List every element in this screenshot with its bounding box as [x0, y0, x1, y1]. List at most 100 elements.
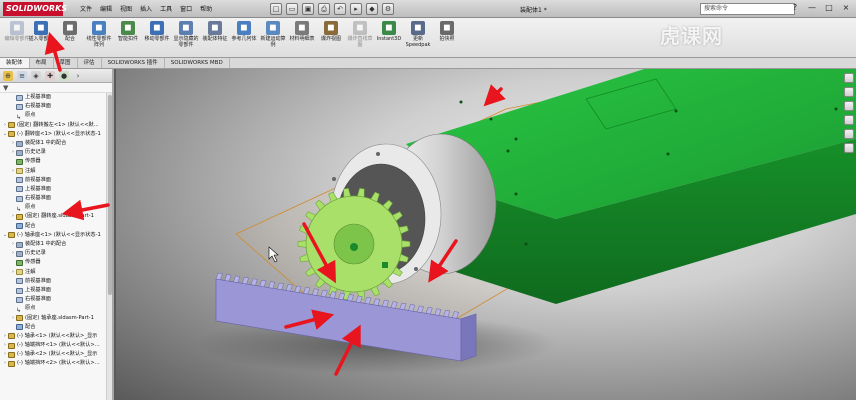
graphics-viewport[interactable]: [116, 69, 856, 400]
property-manager-icon[interactable]: ≡: [17, 71, 27, 81]
tree-item[interactable]: ↳ 原点: [0, 203, 112, 213]
minimize-icon[interactable]: —: [806, 3, 818, 14]
tree-item[interactable]: › 历史记录: [0, 249, 112, 258]
tree-item[interactable]: 上视基准面: [0, 93, 112, 102]
app-logo[interactable]: SOLIDWORKS: [3, 2, 67, 16]
dimxpert-icon[interactable]: ✚: [45, 71, 55, 81]
search-input[interactable]: 搜索命令: [700, 3, 795, 15]
tree-item[interactable]: › 装配体1 中的配合: [0, 240, 112, 249]
panel-more-icon[interactable]: ›: [73, 71, 83, 81]
tree-item[interactable]: 上视基准面: [0, 185, 112, 194]
tree-item[interactable]: 配合: [0, 323, 112, 332]
move-component-button[interactable]: ◼ 移动零部件: [144, 21, 170, 55]
tree-item[interactable]: › (固定) 轴承座.sldasm-Part-1: [0, 314, 112, 323]
tree-item[interactable]: 配合: [0, 222, 112, 231]
display-manager-icon[interactable]: ●: [59, 71, 69, 81]
tab-5[interactable]: SOLIDWORKS MBD: [165, 58, 230, 68]
tree-item[interactable]: 上视基准面: [0, 286, 112, 295]
new-motion-study-button[interactable]: ◼ 新建运动算例: [260, 21, 286, 55]
tree-item-label: 上视基准面: [25, 94, 51, 100]
instant3d-button[interactable]: ◼ Instant3D: [376, 21, 402, 55]
filter-icon[interactable]: ▼: [3, 84, 8, 92]
show-hidden-button[interactable]: ◼ 显示隐藏的零部件: [173, 21, 199, 55]
reference-geometry-button[interactable]: ◼ 参考几何体: [231, 21, 257, 55]
menu-item[interactable]: 工具: [160, 4, 172, 13]
save-icon[interactable]: ▣: [302, 3, 314, 15]
tree-item[interactable]: ↳ 原点: [0, 304, 112, 314]
tree-item[interactable]: 前视基准面: [0, 277, 112, 286]
tree-item[interactable]: 右视基准面: [0, 295, 112, 304]
tab-4[interactable]: SOLIDWORKS 插件: [102, 58, 165, 68]
tree-item[interactable]: 右视基准面: [0, 194, 112, 203]
menu-item[interactable]: 窗口: [180, 4, 192, 13]
linear-pattern-button[interactable]: ◼ 线性零部件阵列: [86, 21, 112, 55]
tree-item[interactable]: ↳ 原点: [0, 111, 112, 121]
tree-item[interactable]: ⌄ (-) 翻转座<1> (默认<<显示状态-1: [0, 130, 112, 139]
tree-item[interactable]: › (-) 轴端挡环<2> (默认<<默认>...: [0, 359, 112, 368]
new-icon[interactable]: □: [270, 3, 282, 15]
tab-0[interactable]: 装配体: [0, 58, 30, 68]
tree-item[interactable]: › (固定) 翻转搬左<1> (默认<<默...: [0, 121, 112, 130]
configuration-manager-icon[interactable]: ◈: [31, 71, 41, 81]
view-palette-icon[interactable]: [844, 115, 854, 125]
assembly-feature-button[interactable]: ◼ 装配体特征: [202, 21, 228, 55]
tree-item[interactable]: 传感器: [0, 258, 112, 267]
solidworks-window: SOLIDWORKS 文件 编辑 视图 插入 工具 窗口 帮助 □ ▭ ▣ ⎙ ↶ ▸ ◆ ⚙ 装配体1 …: [0, 0, 856, 400]
design-library-icon[interactable]: [844, 87, 854, 97]
tab-2[interactable]: 草图: [54, 58, 78, 68]
maximize-icon[interactable]: □: [823, 3, 835, 14]
menu-item[interactable]: 编辑: [100, 4, 112, 13]
appearances-icon[interactable]: [844, 129, 854, 139]
tree-item[interactable]: 传感器: [0, 157, 112, 166]
tree-item[interactable]: › 历史记录: [0, 148, 112, 157]
options-icon[interactable]: ⚙: [382, 3, 394, 15]
bom-button[interactable]: ◼ 材料明细表: [289, 21, 315, 55]
snapshot-icon: ◼: [440, 21, 454, 35]
rebuild-icon[interactable]: ◆: [366, 3, 378, 15]
bom-icon: ◼: [295, 21, 309, 35]
scrollbar-thumb[interactable]: [108, 95, 112, 295]
print-icon[interactable]: ⎙: [318, 3, 330, 15]
snapshot-button[interactable]: ◼ 拍快照: [434, 21, 460, 55]
panel-scrollbar[interactable]: [106, 93, 112, 400]
command-manager-ribbon: ◼ 编辑零部件 ◼ 插入零部件 ◼ 配合 ◼ 线性零部件阵列 ◼ 智能扣件 ◼ 移动零部件 ◼ 显示隐藏的…: [0, 18, 856, 58]
tree-item[interactable]: ⌄ (-) 轴承座<1> (默认<<显示状态-1: [0, 231, 112, 240]
tree-item[interactable]: › 注解: [0, 268, 112, 277]
smart-fastener-button[interactable]: ◼ 智能扣件: [115, 21, 141, 55]
tree-item[interactable]: 右视基准面: [0, 102, 112, 111]
menu-item[interactable]: 文件: [80, 4, 92, 13]
tree-item[interactable]: › (-) 轴承<1> (默认<<默认>_显示: [0, 332, 112, 341]
tab-1[interactable]: 布局: [30, 58, 54, 68]
open-icon[interactable]: ▭: [286, 3, 298, 15]
menu-item[interactable]: 视图: [120, 4, 132, 13]
tab-3[interactable]: 评估: [78, 58, 102, 68]
tree-filter[interactable]: ▼: [0, 83, 112, 93]
ribbon-button-label: 爆炸视图: [320, 36, 341, 42]
custom-properties-icon[interactable]: [844, 143, 854, 153]
tree-item-label: (-) 轴承<1> (默认<<默认>_显示: [17, 332, 98, 339]
tree-item[interactable]: › (-) 轴端挡环<1> (默认<<默认>...: [0, 341, 112, 350]
model-scene[interactable]: [116, 69, 856, 400]
tree-item[interactable]: 前视基准面: [0, 176, 112, 185]
feature-tree-icon[interactable]: ⊕: [3, 71, 13, 81]
insert-component-button[interactable]: ◼ 插入零部件: [28, 21, 54, 55]
tree-item[interactable]: › (-) 轴承<2> (默认<<默认>_显示: [0, 350, 112, 359]
exploded-view-button[interactable]: ◼ 爆炸视图: [318, 21, 344, 55]
gear-tooth: [297, 240, 307, 248]
menu-item[interactable]: 插入: [140, 4, 152, 13]
select-icon[interactable]: ▸: [350, 3, 362, 15]
tree-item[interactable]: › (固定) 翻转座.sldasm-Part-1: [0, 212, 112, 221]
speedpak-button[interactable]: ◼ 更新Speedpak: [405, 21, 431, 55]
file-explorer-icon[interactable]: [844, 101, 854, 111]
rack-tooth: [215, 272, 223, 280]
resources-icon[interactable]: [844, 73, 854, 83]
undo-icon[interactable]: ↶: [334, 3, 346, 15]
close-icon[interactable]: ×: [840, 3, 852, 14]
menu-item[interactable]: 帮助: [200, 4, 212, 13]
explode-line-sketch-button[interactable]: ◼ 爆炸直线草图: [347, 21, 373, 55]
mate-button[interactable]: ◼ 配合: [57, 21, 83, 55]
edit-component-button[interactable]: ◼ 编辑零部件: [4, 21, 30, 55]
tree-item[interactable]: › 装配体1 中的配合: [0, 139, 112, 148]
help-icon[interactable]: ?: [789, 3, 801, 14]
tree-item[interactable]: › 注解: [0, 167, 112, 176]
